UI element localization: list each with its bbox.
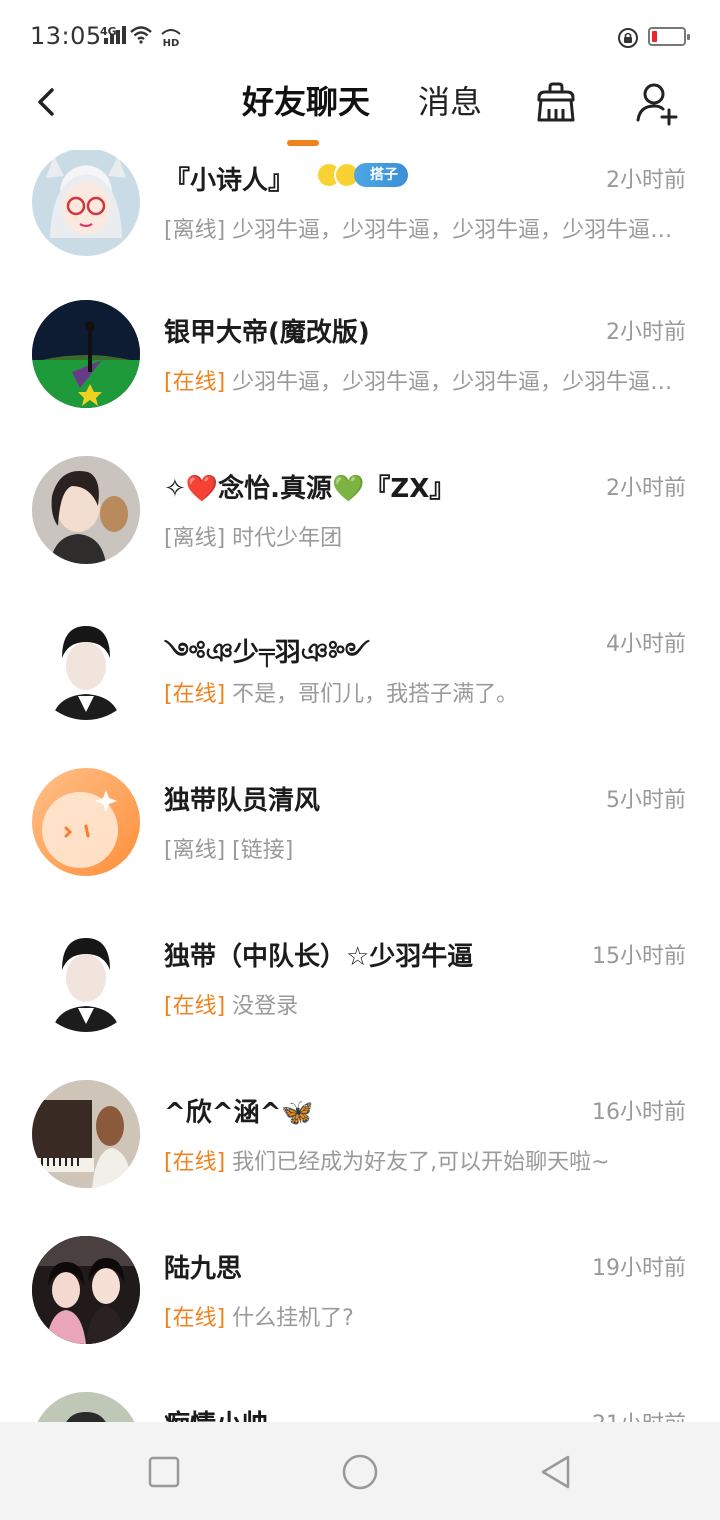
chat-time: 2小时前	[606, 476, 686, 501]
contact-name: 银甲大帝(魔改版)	[164, 318, 370, 348]
chat-time: 5小时前	[606, 788, 686, 813]
chat-row[interactable]: 『小诗人』 搭子 2小时前 [离线] 少羽牛逼，少羽牛逼，少羽牛逼，少羽牛逼，少…	[0, 150, 720, 306]
contact-name: 痴情小帅	[164, 1404, 268, 1422]
message-preview: [离线] [链接]	[164, 832, 684, 864]
chat-row[interactable]: 痴情小帅 21小时前	[0, 1392, 720, 1422]
hd-label: HD	[163, 38, 180, 48]
presence-status: [离线]	[164, 838, 226, 863]
partner-badge-label: 搭子	[354, 163, 408, 187]
battery-icon	[648, 27, 690, 46]
avatar-boy-portrait	[32, 612, 140, 720]
last-message: 我们已经成为好友了,可以开始聊天啦~	[232, 1150, 610, 1175]
hd-icon: HD	[161, 29, 181, 48]
avatar[interactable]	[32, 612, 140, 720]
system-nav-bar	[0, 1422, 720, 1520]
chat-time: 21小时前	[592, 1406, 686, 1422]
chat-time: 16小时前	[592, 1100, 686, 1125]
presence-status: [在线]	[164, 1150, 226, 1175]
presence-status: [在线]	[164, 994, 226, 1019]
last-message: 时代少年团	[232, 526, 343, 551]
avatar[interactable]	[32, 456, 140, 564]
chat-time: 15小时前	[592, 944, 686, 969]
presence-status: [离线]	[164, 218, 226, 243]
recent-apps-icon[interactable]	[144, 1452, 184, 1492]
presence-status: [在线]	[164, 682, 226, 707]
partner-badge: 搭子	[316, 162, 408, 188]
last-message: 少羽牛逼，少羽牛逼，少羽牛逼，少羽牛逼，少羽牛逼	[232, 370, 684, 395]
contact-name: 独带（中队长）☆少羽牛逼	[164, 942, 474, 972]
signal-icon	[116, 30, 120, 44]
avatar[interactable]	[32, 924, 140, 1032]
presence-status: [在线]	[164, 1306, 226, 1331]
message-preview: [在线] 没登录	[164, 988, 684, 1020]
chat-row[interactable]: 陆九思 19小时前 [在线] 什么挂机了?	[0, 1236, 720, 1392]
presence-status: [在线]	[164, 370, 226, 395]
avatar-two-girls	[32, 1236, 140, 1344]
avatar-piano-girl	[32, 1080, 140, 1188]
chat-time: 2小时前	[606, 320, 686, 345]
home-icon[interactable]	[340, 1452, 380, 1492]
network-type: 4G	[100, 25, 117, 38]
chat-row[interactable]: ✧❤️念怡.真源💚『ZX』 2小时前 [离线] 时代少年团	[0, 456, 720, 612]
back-icon[interactable]	[28, 82, 68, 122]
contact-name: ✧❤️念怡.真源💚『ZX』	[164, 474, 456, 504]
contact-name: 独带队员清风	[164, 786, 321, 816]
message-preview: [在线] 什么挂机了?	[164, 1300, 684, 1332]
header: 好友聊天 消息	[0, 72, 720, 150]
avatar[interactable]	[32, 768, 140, 876]
avatar-boy-portrait	[32, 924, 140, 1032]
avatar[interactable]	[32, 1080, 140, 1188]
avatar-photo	[32, 1392, 140, 1422]
contact-name: ^欣^涵^🦋	[164, 1098, 314, 1128]
message-preview: [在线] 我们已经成为好友了,可以开始聊天啦~	[164, 1144, 684, 1176]
avatar[interactable]	[32, 1236, 140, 1344]
signal-icon	[110, 34, 114, 44]
avatar-default-orange	[42, 790, 118, 868]
add-friend-icon[interactable]	[633, 78, 681, 126]
chat-row[interactable]: ༺ঞ少╤羽ঞ༻ 4小时前 [在线] 不是，哥们儿，我搭子满了。	[0, 612, 720, 768]
contact-name: 陆九思	[164, 1254, 243, 1284]
avatar-anime-girl	[46, 156, 126, 238]
tab-friend-chat[interactable]: 好友聊天	[242, 82, 370, 122]
tab-messages[interactable]: 消息	[418, 82, 482, 122]
clean-icon[interactable]	[532, 78, 580, 126]
chat-row[interactable]: ^欣^涵^🦋 16小时前 [在线] 我们已经成为好友了,可以开始聊天啦~	[0, 1080, 720, 1236]
chat-row[interactable]: 独带队员清风 5小时前 [离线] [链接]	[0, 768, 720, 924]
rotation-lock-icon	[618, 28, 638, 48]
avatar[interactable]	[32, 300, 140, 408]
avatar[interactable]	[32, 1392, 140, 1422]
last-message: [链接]	[232, 838, 294, 863]
status-bar: 13:05 4G HD	[0, 0, 720, 72]
message-preview: [在线] 不是，哥们儿，我搭子满了。	[164, 676, 684, 708]
wifi-icon	[130, 26, 152, 44]
chat-time: 4小时前	[606, 632, 686, 657]
message-preview: [离线] 少羽牛逼，少羽牛逼，少羽牛逼，少羽牛逼，少羽牛逼	[164, 212, 684, 244]
signal-icon	[104, 38, 108, 44]
avatar-photo	[32, 456, 140, 564]
contact-name: 『小诗人』	[164, 166, 295, 196]
status-time: 13:05	[30, 22, 102, 50]
avatar[interactable]	[32, 150, 140, 256]
chat-time: 2小时前	[606, 168, 686, 193]
presence-status: [离线]	[164, 526, 226, 551]
chat-time: 19小时前	[592, 1256, 686, 1281]
chat-row[interactable]: 独带（中队长）☆少羽牛逼 15小时前 [在线] 没登录	[0, 924, 720, 1080]
back-nav-icon[interactable]	[536, 1452, 576, 1492]
chat-list: 『小诗人』 搭子 2小时前 [离线] 少羽牛逼，少羽牛逼，少羽牛逼，少羽牛逼，少…	[0, 150, 720, 1422]
signal-icon	[122, 26, 126, 44]
last-message: 少羽牛逼，少羽牛逼，少羽牛逼，少羽牛逼，少羽牛逼	[232, 218, 684, 243]
chat-row[interactable]: 银甲大帝(魔改版) 2小时前 [在线] 少羽牛逼，少羽牛逼，少羽牛逼，少羽牛逼，…	[0, 300, 720, 456]
message-preview: [在线] 少羽牛逼，少羽牛逼，少羽牛逼，少羽牛逼，少羽牛逼	[164, 364, 684, 396]
message-preview: [离线] 时代少年团	[164, 520, 684, 552]
last-message: 不是，哥们儿，我搭子满了。	[232, 682, 519, 707]
avatar-stickman-game	[32, 300, 140, 408]
battery-level	[652, 31, 657, 42]
active-tab-indicator	[287, 140, 319, 146]
last-message: 没登录	[232, 994, 299, 1019]
last-message: 什么挂机了?	[232, 1306, 354, 1331]
